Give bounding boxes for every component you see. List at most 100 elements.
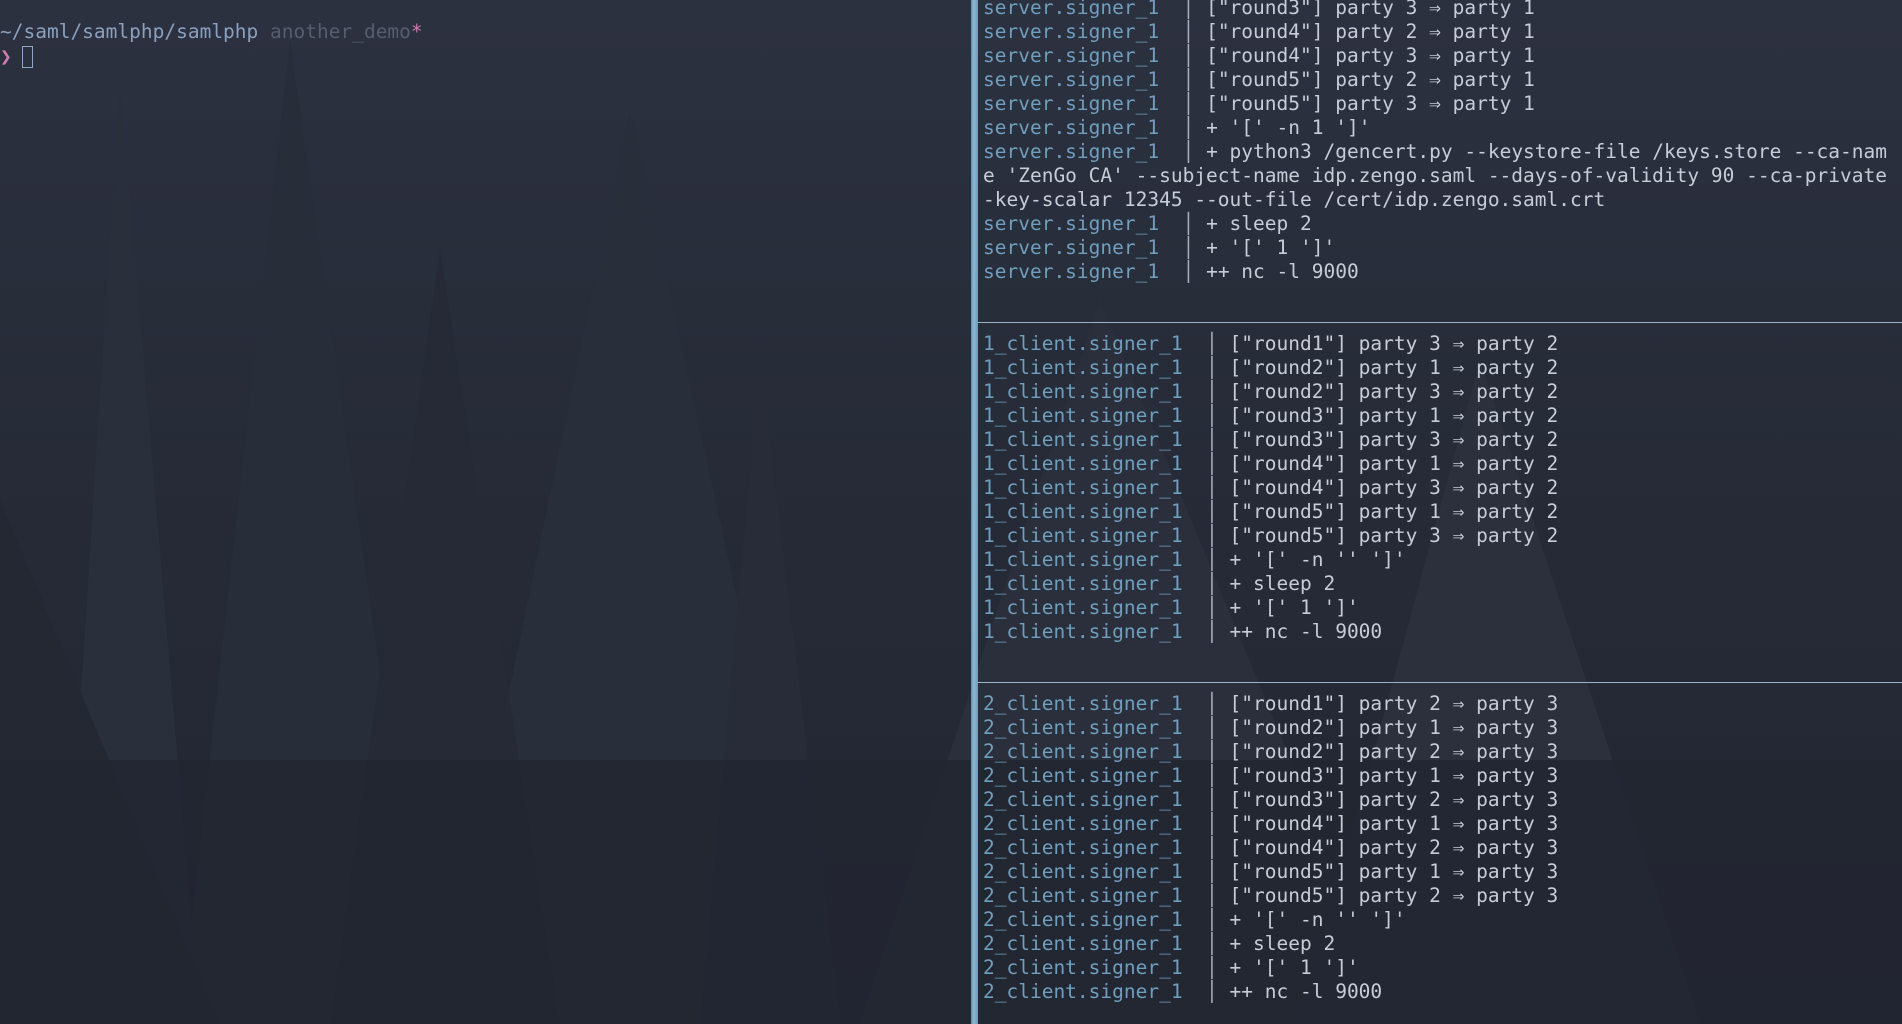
log-message: ["round4"] party 2 ⇒ party 3 bbox=[1229, 836, 1559, 859]
log-service-name: 1_client.signer_1 bbox=[983, 572, 1207, 595]
log-message: ["round3"] party 3 ⇒ party 1 bbox=[1206, 0, 1535, 19]
log-separator: │ bbox=[1206, 932, 1230, 955]
client2-log-pane[interactable]: 2_client.signer_1 │ ["round1"] party 2 ⇒… bbox=[983, 692, 1902, 1004]
log-separator: │ bbox=[1206, 740, 1230, 763]
log-service-name: 2_client.signer_1 bbox=[983, 980, 1207, 1003]
log-service-name: 1_client.signer_1 bbox=[983, 620, 1207, 643]
log-separator: │ bbox=[1206, 956, 1230, 979]
log-line: server.signer_1 │ ["round3"] party 3 ⇒ p… bbox=[983, 0, 1902, 20]
log-service-name: 1_client.signer_1 bbox=[983, 500, 1207, 523]
log-message: ["round4"] party 1 ⇒ party 2 bbox=[1229, 452, 1559, 475]
log-message: ["round2"] party 1 ⇒ party 2 bbox=[1229, 356, 1559, 379]
log-continuation: e 'ZenGo CA' --subject-name idp.zengo.sa… bbox=[983, 164, 1887, 187]
log-message: ["round4"] party 1 ⇒ party 3 bbox=[1229, 812, 1559, 835]
log-service-name: 1_client.signer_1 bbox=[983, 380, 1207, 403]
log-line: server.signer_1 │ + '[' -n 1 ']' bbox=[983, 116, 1902, 140]
log-service-name: 2_client.signer_1 bbox=[983, 812, 1207, 835]
log-line: 1_client.signer_1 │ ["round2"] party 3 ⇒… bbox=[983, 380, 1902, 404]
log-service-name: 1_client.signer_1 bbox=[983, 596, 1207, 619]
log-message: ["round3"] party 3 ⇒ party 2 bbox=[1229, 428, 1559, 451]
log-line: 1_client.signer_1 │ + '[' -n '' ']' bbox=[983, 548, 1902, 572]
log-separator: │ bbox=[1206, 548, 1230, 571]
log-service-name: 1_client.signer_1 bbox=[983, 548, 1207, 571]
right-terminal-stack: server.signer_1 │ ["round3"] party 3 ⇒ p… bbox=[978, 0, 1902, 1024]
log-message: ++ nc -l 9000 bbox=[1229, 980, 1383, 1003]
terminal-cursor[interactable] bbox=[22, 46, 33, 68]
log-separator: │ bbox=[1206, 620, 1230, 643]
log-service-name: server.signer_1 bbox=[983, 116, 1183, 139]
log-message: + '[' 1 ']' bbox=[1206, 236, 1336, 259]
log-line: 2_client.signer_1 │ + sleep 2 bbox=[983, 932, 1902, 956]
log-continuation: -key-scalar 12345 --out-file /cert/idp.z… bbox=[983, 188, 1606, 211]
log-message: + '[' -n '' ']' bbox=[1229, 548, 1406, 571]
log-message: ["round1"] party 2 ⇒ party 3 bbox=[1229, 692, 1559, 715]
log-line: 1_client.signer_1 │ ["round3"] party 1 ⇒… bbox=[983, 404, 1902, 428]
log-service-name: server.signer_1 bbox=[983, 236, 1183, 259]
log-separator: │ bbox=[1206, 332, 1230, 355]
log-message: + '[' -n '' ']' bbox=[1229, 908, 1406, 931]
log-line: e 'ZenGo CA' --subject-name idp.zengo.sa… bbox=[983, 164, 1902, 188]
log-line: server.signer_1 │ ["round4"] party 3 ⇒ p… bbox=[983, 44, 1902, 68]
vertical-split-divider[interactable] bbox=[971, 0, 978, 1024]
log-separator: │ bbox=[1206, 692, 1230, 715]
server-log-pane[interactable]: server.signer_1 │ ["round3"] party 3 ⇒ p… bbox=[983, 0, 1902, 284]
log-line: 2_client.signer_1 │ ["round2"] party 2 ⇒… bbox=[983, 740, 1902, 764]
log-service-name: server.signer_1 bbox=[983, 92, 1183, 115]
log-message: ["round3"] party 2 ⇒ party 3 bbox=[1229, 788, 1559, 811]
log-service-name: 2_client.signer_1 bbox=[983, 956, 1207, 979]
log-service-name: 2_client.signer_1 bbox=[983, 692, 1207, 715]
log-message: ["round1"] party 3 ⇒ party 2 bbox=[1229, 332, 1559, 355]
log-separator: │ bbox=[1182, 140, 1207, 163]
log-separator: │ bbox=[1182, 68, 1207, 91]
log-service-name: 1_client.signer_1 bbox=[983, 356, 1207, 379]
log-message: ["round5"] party 2 ⇒ party 3 bbox=[1229, 884, 1559, 907]
log-line: 2_client.signer_1 │ ["round3"] party 1 ⇒… bbox=[983, 764, 1902, 788]
log-line: 1_client.signer_1 │ ["round5"] party 1 ⇒… bbox=[983, 500, 1902, 524]
log-line: 1_client.signer_1 │ ["round3"] party 3 ⇒… bbox=[983, 428, 1902, 452]
log-line: 2_client.signer_1 │ ["round2"] party 1 ⇒… bbox=[983, 716, 1902, 740]
log-message: ["round3"] party 1 ⇒ party 2 bbox=[1229, 404, 1559, 427]
log-service-name: server.signer_1 bbox=[983, 20, 1183, 43]
log-line: 1_client.signer_1 │ + '[' 1 ']' bbox=[983, 596, 1902, 620]
log-separator: │ bbox=[1206, 452, 1230, 475]
log-separator: │ bbox=[1206, 884, 1230, 907]
log-separator: │ bbox=[1206, 404, 1230, 427]
log-message: ["round3"] party 1 ⇒ party 3 bbox=[1229, 764, 1559, 787]
log-separator: │ bbox=[1182, 236, 1207, 259]
log-service-name: 1_client.signer_1 bbox=[983, 452, 1207, 475]
log-service-name: 2_client.signer_1 bbox=[983, 716, 1207, 739]
log-service-name: server.signer_1 bbox=[983, 260, 1183, 283]
log-message: ["round2"] party 2 ⇒ party 3 bbox=[1229, 740, 1559, 763]
log-separator: │ bbox=[1182, 44, 1207, 67]
log-message: + python3 /gencert.py --keystore-file /k… bbox=[1206, 140, 1887, 163]
log-line: server.signer_1 │ + python3 /gencert.py … bbox=[983, 140, 1902, 164]
log-line: server.signer_1 │ + '[' 1 ']' bbox=[983, 236, 1902, 260]
client1-log-pane[interactable]: 1_client.signer_1 │ ["round1"] party 3 ⇒… bbox=[983, 332, 1902, 644]
log-message: ++ nc -l 9000 bbox=[1206, 260, 1359, 283]
log-service-name: server.signer_1 bbox=[983, 68, 1183, 91]
log-message: ["round5"] party 2 ⇒ party 1 bbox=[1206, 68, 1535, 91]
log-line: 2_client.signer_1 │ ["round4"] party 1 ⇒… bbox=[983, 812, 1902, 836]
log-service-name: 2_client.signer_1 bbox=[983, 740, 1207, 763]
log-message: ["round5"] party 1 ⇒ party 2 bbox=[1229, 500, 1559, 523]
log-separator: │ bbox=[1206, 428, 1230, 451]
log-separator: │ bbox=[1206, 380, 1230, 403]
log-line: server.signer_1 │ ["round5"] party 2 ⇒ p… bbox=[983, 68, 1902, 92]
log-separator: │ bbox=[1182, 92, 1207, 115]
log-separator: │ bbox=[1206, 908, 1230, 931]
log-message: ["round5"] party 3 ⇒ party 1 bbox=[1206, 92, 1535, 115]
log-separator: │ bbox=[1182, 0, 1207, 19]
git-dirty-marker: * bbox=[410, 20, 423, 43]
left-terminal-pane[interactable]: ~/saml/samlphp/samlphp another_demo* ❯ bbox=[0, 0, 971, 1024]
log-message: ["round5"] party 1 ⇒ party 3 bbox=[1229, 860, 1559, 883]
log-message: ["round2"] party 3 ⇒ party 2 bbox=[1229, 380, 1559, 403]
log-service-name: server.signer_1 bbox=[983, 44, 1183, 67]
log-service-name: 1_client.signer_1 bbox=[983, 332, 1207, 355]
log-separator: │ bbox=[1206, 572, 1230, 595]
log-separator: │ bbox=[1206, 500, 1230, 523]
log-service-name: 1_client.signer_1 bbox=[983, 428, 1207, 451]
log-separator: │ bbox=[1182, 20, 1207, 43]
log-separator: │ bbox=[1206, 476, 1230, 499]
log-message: + '[' 1 ']' bbox=[1229, 596, 1359, 619]
log-line: 2_client.signer_1 │ ["round3"] party 2 ⇒… bbox=[983, 788, 1902, 812]
